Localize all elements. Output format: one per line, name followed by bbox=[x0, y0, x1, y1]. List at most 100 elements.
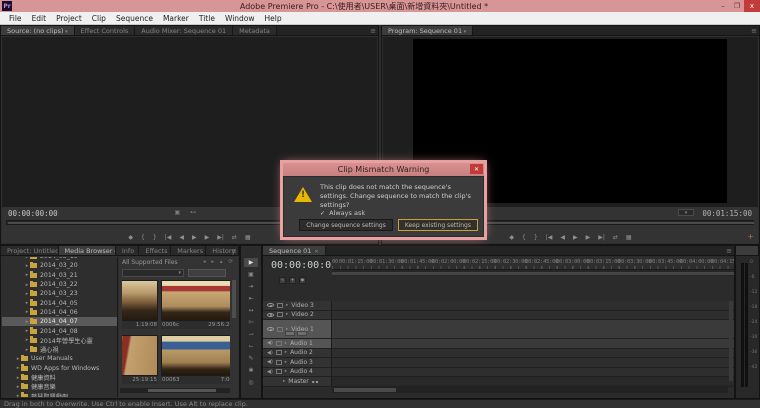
tree-item[interactable]: ▸藝慧聖賢戲劇 bbox=[2, 391, 117, 397]
menu-file[interactable]: File bbox=[4, 14, 27, 23]
toggle-track-output-icon[interactable] bbox=[267, 303, 274, 307]
go-to-out-icon[interactable]: ▶| bbox=[217, 234, 224, 241]
collapse-track-icon[interactable]: ▸ bbox=[285, 360, 287, 365]
program-button-editor-icon[interactable]: + bbox=[747, 232, 754, 241]
video-track-header[interactable]: ▸Video 1 bbox=[263, 320, 332, 338]
work-area-bar[interactable] bbox=[332, 270, 734, 276]
tree-item[interactable]: ▸健康資料 bbox=[2, 373, 117, 382]
minimize-button[interactable]: – bbox=[716, 0, 730, 12]
menu-window[interactable]: Window bbox=[220, 14, 260, 23]
file-type-filter[interactable]: All Supported Files bbox=[122, 259, 178, 266]
tree-item[interactable]: ▸2014_03_22 bbox=[2, 280, 117, 289]
always-ask-checkbox[interactable]: ✓ Always ask bbox=[320, 209, 365, 217]
mark-out-icon[interactable]: } bbox=[153, 234, 157, 241]
sync-lock-icon[interactable] bbox=[277, 327, 283, 332]
dialog-title-bar[interactable]: Clip Mismatch Warning ✕ bbox=[283, 163, 484, 176]
audio-track-header[interactable]: ◀)▸Audio 1 bbox=[263, 339, 332, 348]
hand-tool[interactable]: ✱ bbox=[244, 366, 258, 375]
rate-stretch-tool[interactable]: ↔ bbox=[244, 306, 258, 315]
show-keyframes-icon[interactable] bbox=[297, 331, 307, 336]
play-icon[interactable]: ▶ bbox=[573, 234, 578, 241]
video-track-content[interactable] bbox=[332, 311, 734, 320]
menu-clip[interactable]: Clip bbox=[87, 14, 111, 23]
video-track-content[interactable] bbox=[332, 301, 734, 310]
clip-thumbnail[interactable]: 1:19:08 bbox=[122, 280, 158, 329]
go-to-in-icon[interactable]: |◀ bbox=[546, 234, 553, 241]
slide-tool[interactable]: ↼ bbox=[244, 342, 258, 351]
browser-search-input[interactable] bbox=[188, 269, 226, 277]
safe-margins-icon[interactable]: ▦ bbox=[626, 234, 632, 241]
menu-project[interactable]: Project bbox=[51, 14, 87, 23]
collapse-track-icon[interactable]: ▸ bbox=[286, 312, 288, 317]
panel-menu-icon[interactable]: ≡ bbox=[231, 247, 237, 255]
tree-item[interactable]: ▸2014_04_06 bbox=[2, 308, 117, 317]
toggle-track-mute-icon[interactable]: ◀) bbox=[267, 359, 273, 365]
tree-item[interactable]: ▸2014_03_21 bbox=[2, 271, 117, 280]
timeline-playhead-timecode[interactable]: 00:00:00:00 bbox=[271, 260, 337, 271]
sync-lock-icon[interactable] bbox=[276, 369, 282, 374]
menu-help[interactable]: Help bbox=[260, 14, 287, 23]
go-to-out-icon[interactable]: ▶| bbox=[598, 234, 605, 241]
play-icon[interactable]: ▶ bbox=[192, 234, 197, 241]
source-tab-0[interactable]: Source: (no clips) ▾ bbox=[1, 26, 75, 35]
clip-thumbnail[interactable]: 0006c29:56:20 bbox=[161, 280, 230, 329]
mark-in-icon[interactable]: { bbox=[522, 234, 526, 241]
tree-item[interactable]: ▸2014_04_07 bbox=[2, 317, 117, 326]
video-track-content[interactable] bbox=[332, 320, 734, 338]
source-timecode[interactable]: 00:00:00:00 bbox=[8, 209, 58, 218]
tab-close-icon[interactable]: ✕ bbox=[314, 249, 318, 255]
video-track-header[interactable]: ▸Video 2 bbox=[263, 311, 332, 320]
panel-menu-icon[interactable]: ≡ bbox=[370, 27, 376, 35]
safe-margins-icon[interactable]: ▦ bbox=[245, 234, 251, 241]
menu-sequence[interactable]: Sequence bbox=[111, 14, 158, 23]
slip-tool[interactable]: ⇀ bbox=[244, 330, 258, 339]
browser-horizontal-scrollbar[interactable] bbox=[120, 388, 230, 393]
program-duration-timecode[interactable]: 00:01:15:00 bbox=[702, 209, 752, 218]
tree-item[interactable]: ▸2014_03_23 bbox=[2, 289, 117, 298]
clip-cell[interactable]: 000637:00 bbox=[161, 335, 230, 385]
add-marker-icon[interactable]: ◆ bbox=[509, 234, 514, 241]
mark-in-icon[interactable]: { bbox=[141, 234, 145, 241]
step-forward-icon[interactable]: ▶ bbox=[586, 234, 591, 241]
tree-item[interactable]: ▸2014_04_08 bbox=[2, 326, 117, 335]
menu-edit[interactable]: Edit bbox=[27, 14, 52, 23]
master-track-header[interactable]: ▸Master▪▪ bbox=[263, 377, 332, 386]
audio-track-content[interactable] bbox=[332, 368, 734, 377]
tree-item[interactable]: ▸2014_04_05 bbox=[2, 298, 117, 307]
program-tab-0[interactable]: Program: Sequence 01 ▾ bbox=[382, 26, 473, 35]
browser-vertical-scrollbar[interactable] bbox=[232, 280, 236, 318]
toggle-track-output-icon[interactable] bbox=[267, 327, 274, 331]
toggle-track-output-icon[interactable] bbox=[267, 313, 274, 317]
sync-lock-icon[interactable] bbox=[277, 303, 283, 308]
clip-thumbnail[interactable]: 25:19:15 bbox=[122, 335, 158, 384]
add-marker-icon[interactable]: ◆ bbox=[128, 234, 133, 241]
rolling-edit-tool[interactable]: ⇤ bbox=[244, 294, 258, 303]
project-tab-3[interactable]: Effects bbox=[139, 246, 171, 255]
timeline-horizontal-scrollbar[interactable] bbox=[332, 387, 728, 393]
ripple-edit-tool[interactable]: ⇥ bbox=[244, 282, 258, 291]
menu-title[interactable]: Title bbox=[194, 14, 220, 23]
razor-tool[interactable]: ✄ bbox=[244, 318, 258, 327]
project-tab-1[interactable]: Media Browser ▾ bbox=[59, 246, 116, 255]
source-tab-1[interactable]: Effect Controls bbox=[75, 26, 136, 35]
maximize-button[interactable]: ❐ bbox=[730, 0, 744, 12]
video-track-header[interactable]: ▸Video 3 bbox=[263, 301, 332, 310]
collapse-track-icon[interactable]: ▸ bbox=[285, 350, 287, 355]
go-to-in-icon[interactable]: |◀ bbox=[165, 234, 172, 241]
clip-cell[interactable]: 1:19:08 bbox=[122, 280, 158, 330]
collapse-track-icon[interactable]: ▸ bbox=[286, 303, 288, 308]
program-resolution-dropdown[interactable]: ▾ bbox=[678, 209, 694, 216]
toggle-track-mute-icon[interactable]: ◀) bbox=[267, 350, 273, 356]
source-tab-2[interactable]: Audio Mixer: Sequence 01 bbox=[135, 26, 233, 35]
project-tab-2[interactable]: Info bbox=[116, 246, 140, 255]
audio-track-content[interactable] bbox=[332, 339, 734, 348]
tree-item[interactable]: ▸通心視 bbox=[2, 345, 117, 354]
step-back-icon[interactable]: ◀ bbox=[179, 234, 184, 241]
track-select-tool[interactable]: ▣ bbox=[244, 270, 258, 279]
sync-lock-icon[interactable] bbox=[276, 341, 282, 346]
tree-item[interactable]: ▸2014_03_20 bbox=[2, 261, 117, 270]
audio-track-header[interactable]: ◀)▸Audio 3 bbox=[263, 358, 332, 367]
step-forward-icon[interactable]: ▶ bbox=[205, 234, 210, 241]
timeline-vertical-scrollbar[interactable] bbox=[729, 301, 733, 381]
menu-marker[interactable]: Marker bbox=[158, 14, 194, 23]
